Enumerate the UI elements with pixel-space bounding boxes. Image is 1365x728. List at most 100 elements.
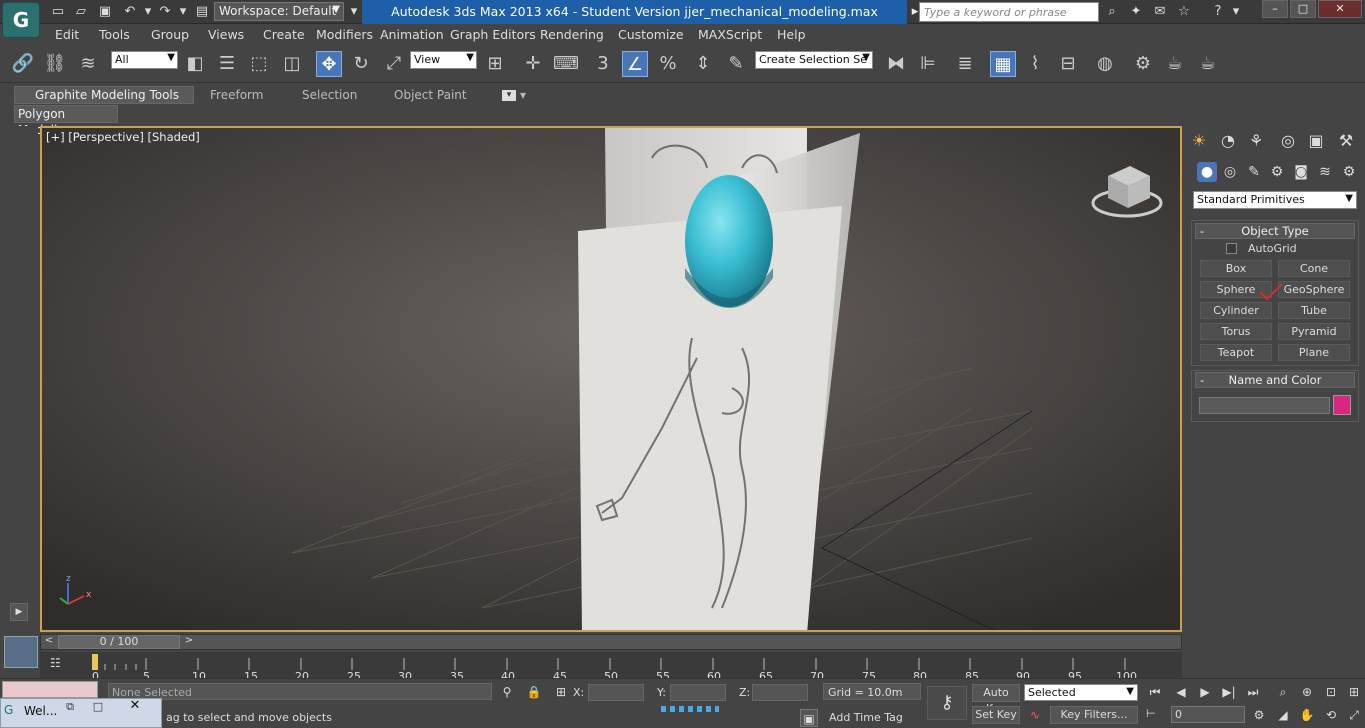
pyramid-button[interactable]: Pyramid xyxy=(1278,323,1350,340)
tab-polygon-modeling[interactable]: Polygon Modeling xyxy=(14,105,118,137)
perspective-viewport[interactable]: z x [+] [Perspective] [Shaded] xyxy=(40,126,1182,632)
autogrid-checkbox[interactable] xyxy=(1226,243,1237,254)
close-button[interactable]: ✕ xyxy=(1318,0,1362,18)
object-type-header[interactable]: - Object Type xyxy=(1195,223,1355,239)
redo-icon[interactable]: ↷ xyxy=(157,4,173,19)
menu-rendering[interactable]: Rendering xyxy=(540,27,604,42)
bind-space-warp-icon[interactable]: ≋ xyxy=(75,51,101,77)
absolute-mode-icon[interactable]: ⊞ xyxy=(552,683,570,701)
previous-frame-icon[interactable]: < xyxy=(42,635,56,649)
maxscript-listener-button[interactable] xyxy=(4,636,38,668)
geometry-icon[interactable]: ● xyxy=(1197,162,1217,182)
lights-icon[interactable]: ✎ xyxy=(1244,162,1264,182)
graphite-toggle-icon[interactable]: ▦ xyxy=(990,51,1016,77)
menu-edit[interactable]: Edit xyxy=(55,27,79,42)
select-object-icon[interactable]: ◧ xyxy=(182,51,208,77)
minimize-button[interactable]: – xyxy=(1262,0,1288,18)
space-warps-icon[interactable]: ≋ xyxy=(1315,162,1335,182)
plane-button[interactable]: Plane xyxy=(1278,344,1350,361)
redo-dropdown-icon[interactable]: ▾ xyxy=(175,4,191,19)
named-selection-set-dropdown[interactable]: Create Selection Se ▼ xyxy=(755,51,873,69)
reference-coordinate-dropdown[interactable]: View ▼ xyxy=(410,51,477,69)
save-icon[interactable]: ▣ xyxy=(97,4,113,19)
schematic-view-icon[interactable]: ⊟ xyxy=(1055,51,1081,77)
default-tangent-icon[interactable]: ∿ xyxy=(1026,706,1044,724)
menu-help[interactable]: Help xyxy=(777,27,806,42)
expand-panel-icon[interactable]: ▶ xyxy=(10,603,28,621)
tube-button[interactable]: Tube xyxy=(1278,302,1350,319)
key-mode-toggle-icon[interactable]: ⊢ xyxy=(1146,707,1160,723)
maximize-viewport-icon[interactable]: ⤢ xyxy=(1345,706,1363,724)
select-and-link-icon[interactable]: 🔗 xyxy=(10,51,36,77)
z-coordinate-field[interactable] xyxy=(752,684,808,701)
spinner-snap-icon[interactable]: ⇕ xyxy=(690,51,716,77)
edit-named-selection-icon[interactable]: ✎ xyxy=(723,51,749,77)
rectangular-selection-icon[interactable]: ⬚ xyxy=(246,51,272,77)
menu-modifiers[interactable]: Modifiers xyxy=(316,27,373,42)
cameras-icon[interactable]: ⚙ xyxy=(1267,162,1287,182)
set-key-button[interactable]: Set Key xyxy=(972,706,1020,724)
y-coordinate-field[interactable] xyxy=(670,684,726,701)
material-editor-icon[interactable]: ◍ xyxy=(1092,51,1118,77)
help-dropdown-icon[interactable]: ▾ xyxy=(1228,4,1244,19)
selection-filter-dropdown[interactable]: All ▼ xyxy=(111,51,178,69)
time-tag-icon[interactable]: ▣ xyxy=(800,709,818,727)
select-and-manipulate-icon[interactable]: ✛ xyxy=(520,51,546,77)
cylinder-button[interactable]: Cylinder xyxy=(1200,302,1272,319)
set-key-icon[interactable]: ⚷ xyxy=(927,686,967,720)
go-to-end-icon[interactable]: ⏭ xyxy=(1244,683,1262,701)
teapot-button[interactable]: Teapot xyxy=(1200,344,1272,361)
primitive-category-dropdown[interactable]: Standard Primitives ▼ xyxy=(1193,191,1357,209)
help-icon[interactable]: ? xyxy=(1210,4,1226,19)
new-file-icon[interactable]: ▭ xyxy=(50,4,66,19)
menu-graph-editors[interactable]: Graph Editors xyxy=(450,27,536,42)
menu-tools[interactable]: Tools xyxy=(99,27,130,42)
menu-group[interactable]: Group xyxy=(151,27,189,42)
undo-icon[interactable]: ↶ xyxy=(122,4,138,19)
tab-freeform[interactable]: Freeform xyxy=(210,88,263,102)
select-and-scale-icon[interactable]: ⤢ xyxy=(381,51,407,77)
ribbon-dropdown-icon[interactable]: ▾ xyxy=(520,88,526,102)
menu-customize[interactable]: Customize xyxy=(618,27,684,42)
time-slider-thumb[interactable]: 0 / 100 xyxy=(58,635,180,649)
utilities-tab-icon[interactable]: ⚒ xyxy=(1335,130,1357,152)
search-input[interactable]: Type a keyword or phrase xyxy=(919,2,1099,22)
mirror-icon[interactable]: ⧓ xyxy=(883,51,909,77)
maximize-button[interactable]: □ xyxy=(1290,0,1316,18)
project-folder-icon[interactable]: ▤ xyxy=(194,4,210,19)
close-icon[interactable]: ✕ xyxy=(114,698,156,716)
zoom-extents-icon[interactable]: ⊡ xyxy=(1322,683,1340,701)
cone-button[interactable]: Cone xyxy=(1278,260,1350,277)
binoculars-icon[interactable]: ⌕ xyxy=(1104,4,1120,19)
tab-selection[interactable]: Selection xyxy=(302,88,357,102)
shapes-icon[interactable]: ◎ xyxy=(1220,162,1240,182)
unlink-icon[interactable]: ⛓ xyxy=(42,51,68,77)
create-tab-icon[interactable]: ☀ xyxy=(1188,130,1210,152)
torus-button[interactable]: Torus xyxy=(1200,323,1272,340)
select-and-rotate-icon[interactable]: ↻ xyxy=(348,51,374,77)
menu-animation[interactable]: Animation xyxy=(380,27,444,42)
percent-snap-icon[interactable]: % xyxy=(655,51,681,77)
previous-key-icon[interactable]: ◀ xyxy=(1172,683,1190,701)
layer-manager-icon[interactable]: ≣ xyxy=(952,51,978,77)
auto-key-button[interactable]: Auto Key xyxy=(972,684,1020,715)
display-tab-icon[interactable]: ▣ xyxy=(1305,130,1327,152)
next-key-icon[interactable]: ▶| xyxy=(1220,683,1238,701)
zoom-extents-all-icon[interactable]: ⊞ xyxy=(1345,683,1363,701)
communication-icon[interactable]: ✉ xyxy=(1152,4,1168,19)
select-and-move-icon[interactable]: ✥ xyxy=(316,51,342,77)
object-name-field[interactable] xyxy=(1199,397,1330,414)
undo-dropdown-icon[interactable]: ▾ xyxy=(140,4,156,19)
curve-editor-icon[interactable]: ⌇ xyxy=(1022,51,1048,77)
ribbon-options-icon[interactable]: ▾ xyxy=(502,90,516,101)
angle-snap-icon[interactable]: ∠ xyxy=(622,51,648,77)
curve-editor-mini-icon[interactable]: ☷ xyxy=(50,656,72,674)
window-crossing-icon[interactable]: ◫ xyxy=(279,51,305,77)
zoom-all-icon[interactable]: ⊕ xyxy=(1298,683,1316,701)
app-logo-button[interactable]: G xyxy=(2,2,40,38)
time-configuration-icon[interactable]: ⚙ xyxy=(1250,706,1268,724)
subscription-icon[interactable]: ✦ xyxy=(1128,4,1144,19)
name-color-header[interactable]: - Name and Color xyxy=(1195,372,1355,388)
workspace-dropdown[interactable]: Workspace: Default ▼ xyxy=(214,2,344,21)
time-slider[interactable] xyxy=(40,634,1182,650)
